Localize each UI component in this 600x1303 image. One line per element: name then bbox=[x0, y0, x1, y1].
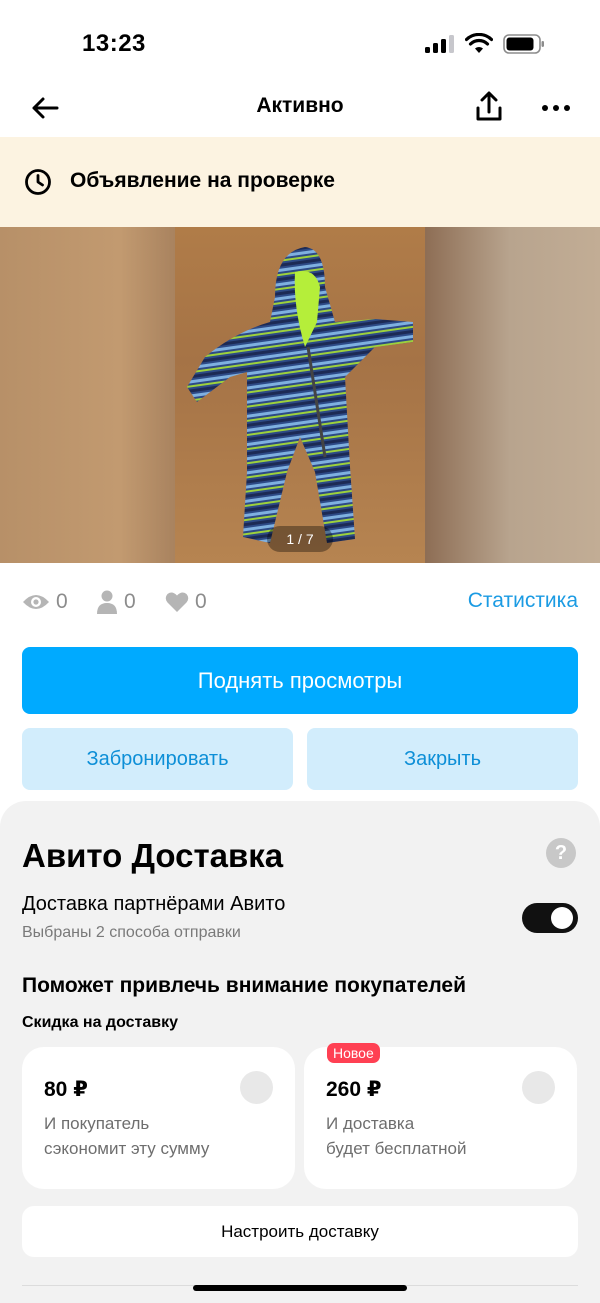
attract-buyers-heading: Поможет привлечь внимание покупателей bbox=[22, 974, 467, 997]
listing-stats: 0 0 0 Статистика bbox=[22, 588, 578, 616]
delivery-title: Авито Доставка bbox=[22, 837, 284, 874]
status-time: 13:23 bbox=[82, 30, 146, 57]
person-icon bbox=[97, 590, 117, 614]
discount-description-line: будет бесплатной bbox=[326, 1139, 467, 1158]
radio-button[interactable] bbox=[522, 1071, 555, 1104]
heart-icon bbox=[165, 592, 189, 612]
delivery-discount-label: Скидка на доставку bbox=[22, 1014, 179, 1031]
contacts-count: 0 bbox=[124, 590, 136, 613]
discount-option-card[interactable]: 80 ₽ И покупатель сэкономит эту сумму bbox=[22, 1047, 295, 1189]
statistics-link[interactable]: Статистика bbox=[468, 589, 578, 613]
eye-icon bbox=[23, 595, 49, 609]
boost-views-button[interactable]: Поднять просмотры bbox=[22, 647, 578, 714]
close-listing-button[interactable]: Закрыть bbox=[307, 728, 578, 790]
setup-delivery-button[interactable]: Настроить доставку bbox=[22, 1206, 578, 1257]
battery-icon bbox=[503, 34, 544, 54]
favorites-count: 0 bbox=[195, 590, 207, 613]
jumpsuit-photo bbox=[175, 227, 425, 563]
new-badge: Новое bbox=[327, 1043, 380, 1063]
navigation-bar: Активно bbox=[0, 80, 600, 136]
more-options-button[interactable] bbox=[538, 92, 574, 124]
partner-delivery-subtitle: Выбраны 2 способа отправки bbox=[22, 924, 241, 941]
discount-description: И покупатель сэкономит эту сумму bbox=[44, 1111, 209, 1161]
discount-amount: 260 ₽ bbox=[326, 1078, 382, 1101]
views-stat: 0 bbox=[22, 588, 68, 616]
radio-button[interactable] bbox=[240, 1071, 273, 1104]
photo-counter: 1 / 7 bbox=[267, 526, 333, 552]
wifi-icon bbox=[465, 33, 493, 53]
discount-option-card[interactable]: 260 ₽ И доставка будет бесплатной bbox=[304, 1047, 577, 1189]
home-indicator bbox=[193, 1285, 407, 1291]
discount-description: И доставка будет бесплатной bbox=[326, 1111, 466, 1161]
book-button[interactable]: Забронировать bbox=[22, 728, 293, 790]
listing-photo[interactable]: 1 / 7 bbox=[0, 227, 600, 563]
discount-description-line: И доставка bbox=[326, 1114, 415, 1133]
contacts-stat: 0 bbox=[96, 588, 136, 616]
partner-delivery-label: Доставка партнёрами Авито bbox=[22, 893, 286, 915]
clock-icon bbox=[25, 169, 51, 195]
views-count: 0 bbox=[56, 590, 68, 613]
discount-description-line: сэкономит эту сумму bbox=[44, 1139, 210, 1158]
moderation-status-text: Объявление на проверке bbox=[70, 169, 335, 192]
share-icon[interactable] bbox=[470, 88, 508, 126]
toggle-knob bbox=[551, 907, 573, 929]
jumpsuit-illustration bbox=[187, 247, 413, 543]
cellular-signal-icon bbox=[425, 35, 455, 53]
delivery-section: Авито Доставка ? Доставка партнёрами Ави… bbox=[0, 801, 600, 1303]
status-bar: 13:23 bbox=[0, 0, 600, 80]
moderation-banner: Объявление на проверке bbox=[0, 137, 600, 227]
more-dots-icon bbox=[542, 105, 548, 111]
discount-description-line: И покупатель bbox=[44, 1114, 150, 1133]
favorites-stat: 0 bbox=[165, 588, 207, 616]
discount-amount: 80 ₽ bbox=[44, 1078, 88, 1101]
partner-delivery-toggle[interactable] bbox=[522, 903, 578, 933]
page-title: Активно bbox=[256, 94, 344, 117]
help-icon[interactable]: ? bbox=[546, 838, 576, 868]
